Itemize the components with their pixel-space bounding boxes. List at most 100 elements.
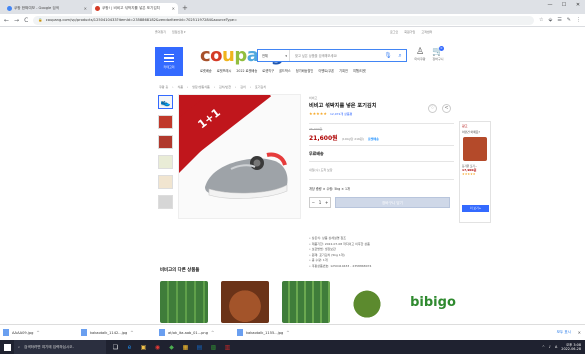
start-button[interactable] [0,340,14,354]
minimize-button[interactable]: — [543,0,557,10]
qty-value[interactable]: 1 [317,198,324,207]
product-thumbnail[interactable] [158,115,173,129]
edit-icon[interactable]: ✎ [567,17,571,23]
breadcrumb-item[interactable]: 김치 [240,85,246,89]
product-thumbnail[interactable] [158,195,173,209]
quicknav-item[interactable]: 로켓프레시 [217,68,232,73]
ad-more-button[interactable]: 더 보기 ▸ [462,205,489,212]
menu-icon[interactable]: ⋮ [576,17,581,23]
product-title: 비비고 섞박지를 넣은 포기김치 [309,103,377,109]
spec-item: 쿠팡상품번호: 1250410433 - 2358868074 [309,264,372,270]
my-coupang-label: 마이쿠팡 [414,57,426,61]
download-item[interactable]: AAAA09.jpg ^ [3,329,73,336]
chevron-up-icon[interactable]: ^ [286,330,289,335]
bibigo-logo[interactable]: bibigo [404,281,462,323]
chevron-up-icon[interactable]: ^ [130,330,133,335]
quicknav-item[interactable]: 로켓직구 [262,68,274,73]
quicknav-item[interactable]: 여행/티켓 [353,68,366,73]
cart-button[interactable]: 🛒 0 장바구니 [429,46,447,61]
option-selector[interactable]: 개당 중량 × 수량: 5kg × 1개 [309,186,350,191]
breadcrumb-item[interactable]: 냉장/냉동식품 [192,85,210,89]
app-icon[interactable]: ▥ [222,342,233,353]
bookmark-star-icon[interactable]: ☆ [539,17,543,23]
related-product-image[interactable] [282,281,330,323]
my-coupang-button[interactable]: ♙ 마이쿠팡 [412,47,428,61]
clock[interactable]: 오후 3:08 2022-06-28 [561,343,581,351]
close-tab-icon[interactable]: ✕ [84,6,87,11]
quicknav-item[interactable]: 이벤트/쿠폰 [318,68,334,73]
browser-toolbar-icons: ☆ ⬙ ☰ ✎ ⋮ [539,17,581,23]
product-thumbnail[interactable] [158,155,173,169]
review-count-link[interactable]: 12,972개 상품평 [330,112,353,116]
wishlist-heart-icon[interactable]: ♡ [428,104,437,113]
share-icon[interactable]: < [442,104,451,113]
forward-icon[interactable]: → [14,17,19,24]
favorites-link[interactable]: 즐겨찾기 [155,30,166,34]
brand-link[interactable]: 비비고 [309,96,317,100]
edge-icon[interactable]: e [124,342,135,353]
chevron-up-icon[interactable]: ^ [36,330,39,335]
app-icon[interactable]: ▤ [194,342,205,353]
related-product-image[interactable] [343,281,391,323]
quicknav-item[interactable]: 로켓배송 [200,68,212,73]
file-explorer-icon[interactable]: ▣ [138,342,149,353]
close-window-button[interactable]: ✕ [571,0,585,10]
mic-icon[interactable]: 🎙 [382,52,394,59]
breadcrumb-item[interactable]: 쿠팡 홈 [159,85,168,89]
taskbar-search-input[interactable]: ⌕ 검색하려면 여기에 입력하십시오. [14,340,106,354]
related-product-image[interactable] [221,281,269,323]
tray-chevron-icon[interactable]: ^ [542,345,545,349]
app-icon[interactable]: ▩ [208,342,219,353]
download-item[interactable]: kakaotalk_1155...jpg ^ [237,329,307,336]
url-input[interactable]: 🔒 coupang.com/vp/products/1250410433?ite… [33,15,534,25]
product-thumbnail[interactable] [158,135,173,149]
app-icon[interactable]: ▦ [180,342,191,353]
breadcrumb: 쿠팡 홈 › 식품 › 냉장/냉동식품 › 김치/반찬 › 김치 › 포기김치 [159,85,266,89]
quicknav-item[interactable]: 정기배송할인 [296,68,314,73]
show-all-downloads-link[interactable]: 모두 표시 [557,330,571,335]
product-thumbnail[interactable]: 👟 [158,95,173,109]
task-view-icon[interactable]: ❏ [110,342,121,353]
extension-icon[interactable]: ⬙ [548,17,552,23]
signup-link[interactable]: 회원가입 [404,30,415,34]
chevron-up-icon[interactable]: ^ [211,330,214,335]
category-menu-button[interactable]: 카테고리 [155,47,183,76]
qty-minus-button[interactable]: − [310,198,317,207]
login-link[interactable]: 로그인 [390,30,398,34]
search-input[interactable]: 찾고 싶은 상품을 검색해보세요! [290,53,382,58]
breadcrumb-item[interactable]: 김치/반찬 [219,85,231,89]
search-category-select[interactable]: 전체 ▾ [258,50,290,61]
browser-tab-google[interactable]: 쿠팡 한쩌여보 - Google 검색 ✕ [4,3,90,14]
new-tab-button[interactable]: + [182,3,188,14]
seller-link[interactable]: 입점신청 ▾ [172,30,186,34]
help-link[interactable]: 고객센터 [421,30,432,34]
quicknav-item[interactable]: 기획전 [339,68,348,73]
close-download-bar-icon[interactable]: ✕ [578,330,581,335]
quantity-stepper[interactable]: − 1 + [309,197,331,208]
sale-price-row: 21,600원 (100g당 216원) 로켓배송 [309,133,379,142]
quicknav-item[interactable]: 2022 로켓배송 [236,68,257,73]
quicknav-item[interactable]: 골드박스 [279,68,291,73]
browser-tab-coupang[interactable]: 쿠팡! | 비비고 섞박지를 넣은 포기김치 ✕ [92,3,178,14]
chrome-icon[interactable]: ◉ [152,342,163,353]
close-tab-icon[interactable]: ✕ [172,6,175,11]
breadcrumb-item[interactable]: 포기김치 [255,85,266,89]
product-thumbnail[interactable] [158,175,173,189]
reload-icon[interactable]: C [24,17,28,24]
breadcrumb-item[interactable]: 식품 [177,85,183,89]
download-item[interactable]: at/ok_ita.aab_01...png ^ [159,329,229,336]
top-utility-links: 즐겨찾기 입점신청 ▾ 로그인 회원가입 고객센터 [0,30,585,36]
main-product-image[interactable]: 1+1 [178,94,301,219]
back-icon[interactable]: ← [4,17,9,24]
related-product-image[interactable] [160,281,208,323]
search-icon[interactable]: ⌕ [394,52,406,60]
app-icon[interactable]: ◆ [166,342,177,353]
qty-plus-button[interactable]: + [323,198,330,207]
ad-product-image[interactable] [463,137,487,161]
reading-list-icon[interactable]: ☰ [557,17,561,23]
volume-icon[interactable]: ♪ [549,345,551,349]
add-to-cart-button[interactable]: 장바구니 담기 [335,197,450,208]
maximize-button[interactable]: ☐ [557,0,571,10]
ime-icon[interactable]: A [555,345,557,349]
download-item[interactable]: kakaotalk_1142...jpg ^ [81,329,151,336]
